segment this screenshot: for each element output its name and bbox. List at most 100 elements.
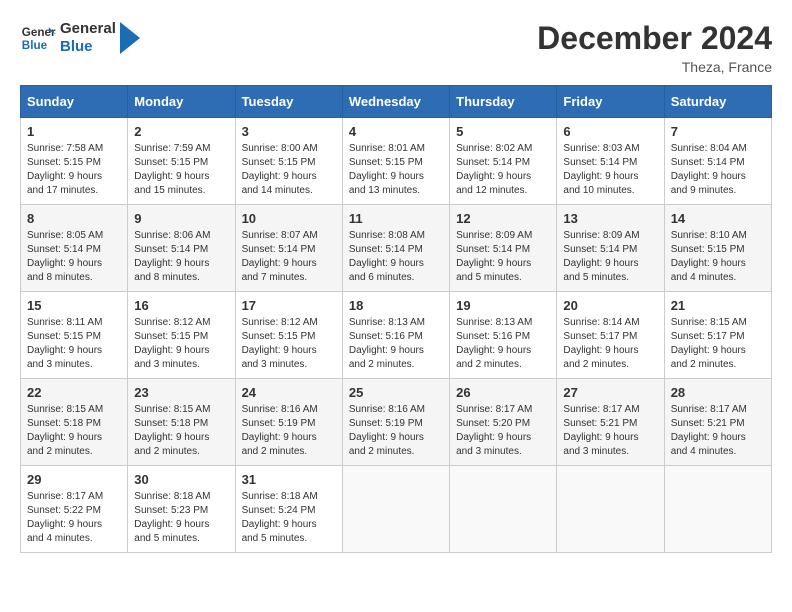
calendar-cell: 5Sunrise: 8:02 AMSunset: 5:14 PMDaylight… — [450, 118, 557, 205]
weekday-header-wednesday: Wednesday — [342, 86, 449, 118]
calendar-week-row: 1Sunrise: 7:58 AMSunset: 5:15 PMDaylight… — [21, 118, 772, 205]
day-number: 31 — [242, 472, 336, 487]
day-number: 3 — [242, 124, 336, 139]
weekday-header-row: SundayMondayTuesdayWednesdayThursdayFrid… — [21, 86, 772, 118]
day-number: 10 — [242, 211, 336, 226]
location-subtitle: Theza, France — [537, 59, 772, 75]
day-number: 28 — [671, 385, 765, 400]
logo-blue: Blue — [60, 38, 116, 56]
day-info: Sunrise: 8:18 AMSunset: 5:23 PMDaylight:… — [134, 490, 228, 546]
day-number: 20 — [563, 298, 657, 313]
day-number: 13 — [563, 211, 657, 226]
calendar-cell: 23 Sunrise: 8:15 AMSunset: 5:18 PMDayligh… — [128, 379, 235, 466]
calendar-cell: 21Sunrise: 8:15 AMSunset: 5:17 PMDayligh… — [664, 292, 771, 379]
svg-text:Blue: Blue — [22, 39, 48, 52]
calendar-cell: 30 Sunrise: 8:18 AMSunset: 5:23 PMDayligh… — [128, 466, 235, 553]
calendar-cell: 7 Sunrise: 8:04 AMSunset: 5:14 PMDaylight… — [664, 118, 771, 205]
calendar-cell: 2 Sunrise: 7:59 AMSunset: 5:15 PMDaylight… — [128, 118, 235, 205]
day-info: Sunrise: 8:15 AMSunset: 5:18 PMDaylight:… — [27, 403, 121, 459]
day-number: 30 — [134, 472, 228, 487]
calendar-cell: 24 Sunrise: 8:16 AMSunset: 5:19 PMDayligh… — [235, 379, 342, 466]
day-info: Sunrise: 8:17 AMSunset: 5:22 PMDaylight:… — [27, 490, 121, 546]
day-info: Sunrise: 8:11 AMSunset: 5:15 PMDaylight:… — [27, 316, 121, 372]
calendar-cell: 11 Sunrise: 8:08 AMSunset: 5:14 PMDayligh… — [342, 205, 449, 292]
calendar-cell: 8 Sunrise: 8:05 AMSunset: 5:14 PMDaylight… — [21, 205, 128, 292]
calendar-cell: 28Sunrise: 8:17 AMSunset: 5:21 PMDayligh… — [664, 379, 771, 466]
day-number: 29 — [27, 472, 121, 487]
calendar-cell — [342, 466, 449, 553]
calendar-week-row: 22 Sunrise: 8:15 AMSunset: 5:18 PMDayligh… — [21, 379, 772, 466]
weekday-header-tuesday: Tuesday — [235, 86, 342, 118]
day-number: 6 — [563, 124, 657, 139]
month-year-title: December 2024 — [537, 20, 772, 57]
calendar-cell: 17Sunrise: 8:12 AMSunset: 5:15 PMDayligh… — [235, 292, 342, 379]
calendar-cell: 22 Sunrise: 8:15 AMSunset: 5:18 PMDayligh… — [21, 379, 128, 466]
day-number: 2 — [134, 124, 228, 139]
day-number: 9 — [134, 211, 228, 226]
day-info: Sunrise: 8:06 AMSunset: 5:14 PMDaylight:… — [134, 229, 228, 285]
calendar-cell: 6 Sunrise: 8:03 AMSunset: 5:14 PMDaylight… — [557, 118, 664, 205]
day-info: Sunrise: 8:00 AMSunset: 5:15 PMDaylight:… — [242, 142, 336, 198]
day-number: 26 — [456, 385, 550, 400]
page-header: General Blue General Blue December 2024 … — [20, 20, 772, 75]
weekday-header-monday: Monday — [128, 86, 235, 118]
day-info: Sunrise: 8:17 AMSunset: 5:20 PMDaylight:… — [456, 403, 550, 459]
calendar-cell: 13Sunrise: 8:09 AMSunset: 5:14 PMDayligh… — [557, 205, 664, 292]
day-number: 22 — [27, 385, 121, 400]
day-number: 11 — [349, 211, 443, 226]
day-number: 18 — [349, 298, 443, 313]
day-number: 15 — [27, 298, 121, 313]
calendar-cell: 31 Sunrise: 8:18 AMSunset: 5:24 PMDayligh… — [235, 466, 342, 553]
day-info: Sunrise: 7:58 AMSunset: 5:15 PMDaylight:… — [27, 142, 121, 198]
logo-general: General — [60, 20, 116, 38]
day-info: Sunrise: 8:13 AMSunset: 5:16 PMDaylight:… — [349, 316, 443, 372]
day-number: 7 — [671, 124, 765, 139]
calendar-cell: 3 Sunrise: 8:00 AMSunset: 5:15 PMDaylight… — [235, 118, 342, 205]
day-info: Sunrise: 8:16 AMSunset: 5:19 PMDaylight:… — [242, 403, 336, 459]
calendar-cell: 20Sunrise: 8:14 AMSunset: 5:17 PMDayligh… — [557, 292, 664, 379]
logo: General Blue General Blue — [20, 20, 140, 56]
day-info: Sunrise: 8:05 AMSunset: 5:14 PMDaylight:… — [27, 229, 121, 285]
calendar-cell: 9 Sunrise: 8:06 AMSunset: 5:14 PMDaylight… — [128, 205, 235, 292]
day-number: 4 — [349, 124, 443, 139]
day-number: 23 — [134, 385, 228, 400]
calendar-cell: 4 Sunrise: 8:01 AMSunset: 5:15 PMDaylight… — [342, 118, 449, 205]
calendar-cell: 26 Sunrise: 8:17 AMSunset: 5:20 PMDayligh… — [450, 379, 557, 466]
weekday-header-sunday: Sunday — [21, 86, 128, 118]
day-number: 27 — [563, 385, 657, 400]
day-info: Sunrise: 8:01 AMSunset: 5:15 PMDaylight:… — [349, 142, 443, 198]
day-info: Sunrise: 8:16 AMSunset: 5:19 PMDaylight:… — [349, 403, 443, 459]
day-info: Sunrise: 8:18 AMSunset: 5:24 PMDaylight:… — [242, 490, 336, 546]
day-info: Sunrise: 8:03 AMSunset: 5:14 PMDaylight:… — [563, 142, 657, 198]
day-info: Sunrise: 7:59 AMSunset: 5:15 PMDaylight:… — [134, 142, 228, 198]
day-info: Sunrise: 8:04 AMSunset: 5:14 PMDaylight:… — [671, 142, 765, 198]
day-number: 12 — [456, 211, 550, 226]
calendar-week-row: 29 Sunrise: 8:17 AMSunset: 5:22 PMDayligh… — [21, 466, 772, 553]
calendar-week-row: 8 Sunrise: 8:05 AMSunset: 5:14 PMDaylight… — [21, 205, 772, 292]
calendar-cell: 27Sunrise: 8:17 AMSunset: 5:21 PMDayligh… — [557, 379, 664, 466]
calendar-week-row: 15 Sunrise: 8:11 AMSunset: 5:15 PMDayligh… — [21, 292, 772, 379]
calendar-cell — [664, 466, 771, 553]
day-info: Sunrise: 8:09 AMSunset: 5:14 PMDaylight:… — [456, 229, 550, 285]
calendar-cell: 18 Sunrise: 8:13 AMSunset: 5:16 PMDayligh… — [342, 292, 449, 379]
calendar-cell: 14Sunrise: 8:10 AMSunset: 5:15 PMDayligh… — [664, 205, 771, 292]
day-info: Sunrise: 8:08 AMSunset: 5:14 PMDaylight:… — [349, 229, 443, 285]
calendar-cell — [450, 466, 557, 553]
weekday-header-saturday: Saturday — [664, 86, 771, 118]
day-number: 24 — [242, 385, 336, 400]
day-info: Sunrise: 8:15 AMSunset: 5:18 PMDaylight:… — [134, 403, 228, 459]
day-info: Sunrise: 8:13 AMSunset: 5:16 PMDaylight:… — [456, 316, 550, 372]
calendar-cell: 12 Sunrise: 8:09 AMSunset: 5:14 PMDayligh… — [450, 205, 557, 292]
calendar-cell: 10Sunrise: 8:07 AMSunset: 5:14 PMDayligh… — [235, 205, 342, 292]
day-info: Sunrise: 8:10 AMSunset: 5:15 PMDaylight:… — [671, 229, 765, 285]
day-info: Sunrise: 8:12 AMSunset: 5:15 PMDaylight:… — [134, 316, 228, 372]
calendar-cell: 29 Sunrise: 8:17 AMSunset: 5:22 PMDayligh… — [21, 466, 128, 553]
calendar-cell: 1Sunrise: 7:58 AMSunset: 5:15 PMDaylight… — [21, 118, 128, 205]
day-number: 16 — [134, 298, 228, 313]
day-number: 8 — [27, 211, 121, 226]
calendar-cell: 16 Sunrise: 8:12 AMSunset: 5:15 PMDayligh… — [128, 292, 235, 379]
calendar-table: SundayMondayTuesdayWednesdayThursdayFrid… — [20, 85, 772, 553]
weekday-header-thursday: Thursday — [450, 86, 557, 118]
day-number: 5 — [456, 124, 550, 139]
logo-icon: General Blue — [20, 20, 56, 56]
